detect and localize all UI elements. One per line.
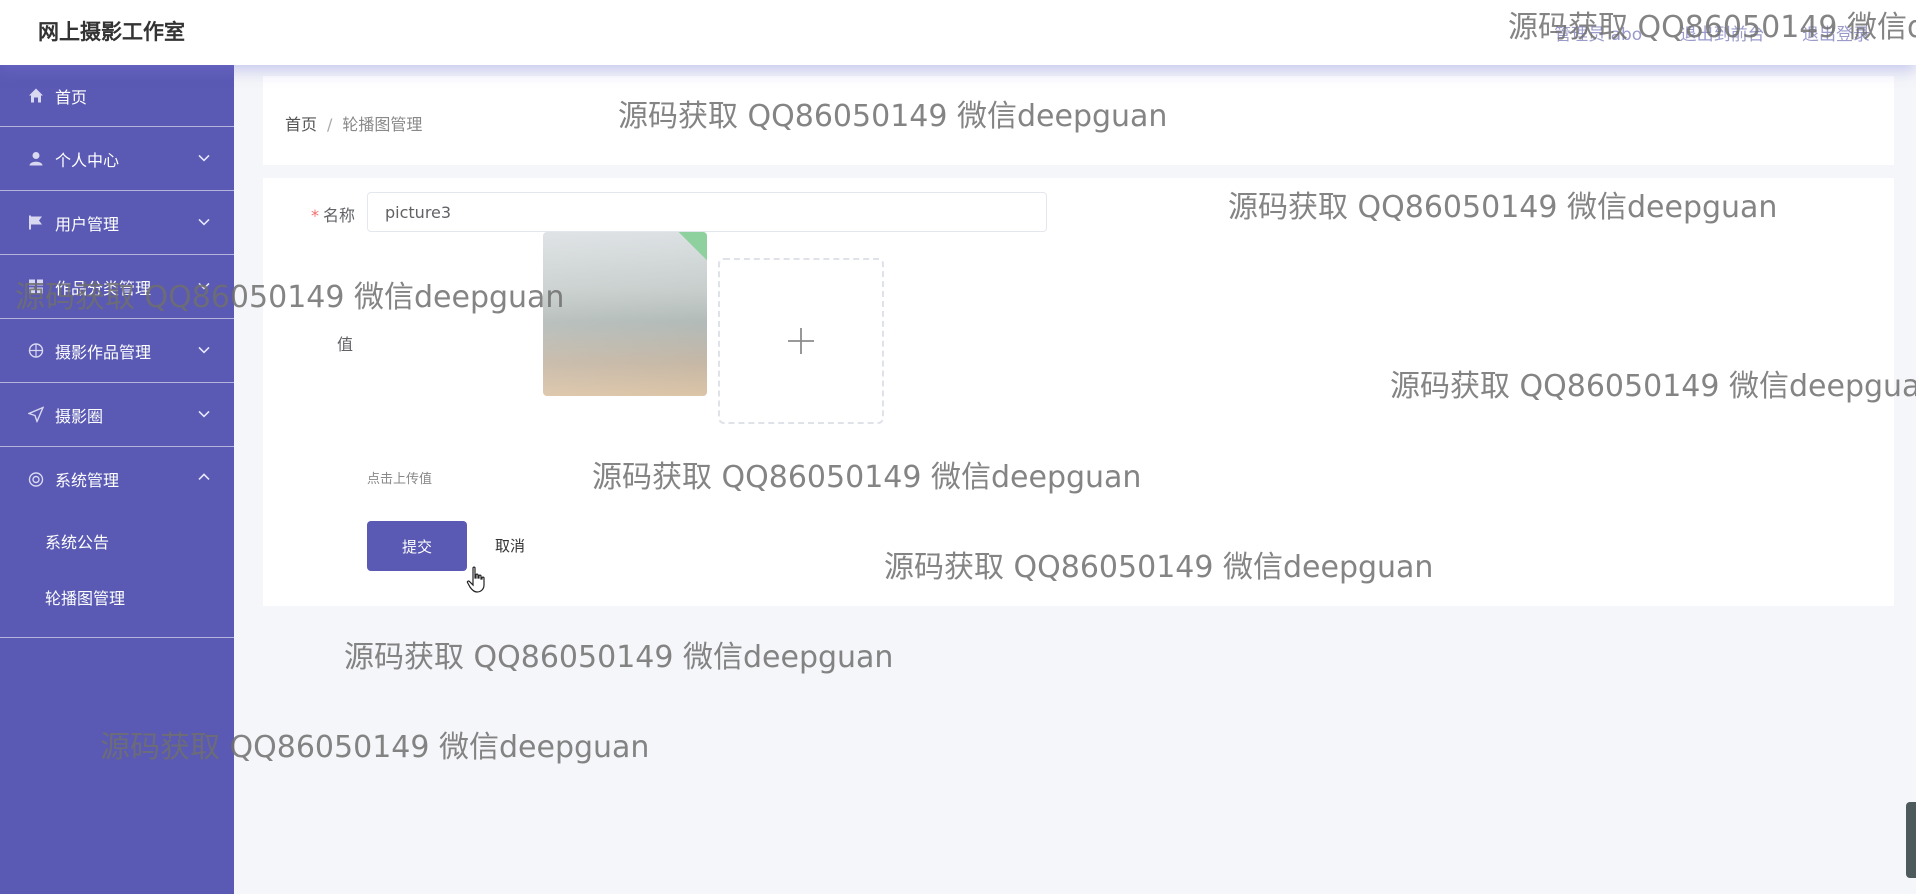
sidebar-item-label: 用户管理 <box>55 214 120 234</box>
upload-success-icon <box>676 232 707 263</box>
back-to-front-link[interactable]: 退出到前台 <box>1680 25 1765 45</box>
sidebar-item-label: 摄影圈 <box>55 406 104 426</box>
name-label-text: 名称 <box>323 206 356 225</box>
sidebar-item-label: 摄影作品管理 <box>55 342 152 362</box>
sidebar-item-home[interactable]: 首页 <box>0 65 234 127</box>
sidebar-item-users[interactable]: 用户管理 <box>0 191 234 255</box>
chevron-down-icon <box>196 149 212 165</box>
watermark: 源码获取 QQ86050149 微信deepguan <box>344 640 894 675</box>
required-asterisk: * <box>311 206 319 225</box>
uploaded-image-thumbnail[interactable] <box>543 232 707 396</box>
top-links: 管理员 abo 退出到前台 退出登录 <box>1522 20 1870 45</box>
breadcrumb-home[interactable]: 首页 <box>285 115 317 134</box>
sidebar-item-label: 个人中心 <box>55 150 120 170</box>
sidebar: 首页 个人中心 用户管理 作品分类管理 摄影作品管理 摄影圈 系统管理 系统公告… <box>0 65 234 894</box>
carousel-form: *名称 值 点击上传值 提交 取消 <box>263 178 1894 606</box>
breadcrumb-current: 轮播图管理 <box>342 115 423 134</box>
hand-cursor-icon <box>466 566 485 593</box>
sidebar-item-label: 作品分类管理 <box>55 278 152 298</box>
sidebar-item-category[interactable]: 作品分类管理 <box>0 255 234 319</box>
home-icon <box>27 87 44 104</box>
current-user: 管理员 abo <box>1554 25 1643 45</box>
sidebar-item-works[interactable]: 摄影作品管理 <box>0 319 234 383</box>
name-input[interactable] <box>367 192 1047 232</box>
sidebar-item-system[interactable]: 系统管理 <box>0 447 234 511</box>
breadcrumb-separator: / <box>327 115 333 134</box>
value-label: 值 <box>337 335 354 354</box>
cancel-button[interactable]: 取消 <box>495 521 525 571</box>
name-label: * 名称 <box>311 202 355 226</box>
sidebar-subitem-notice[interactable]: 系统公告 <box>0 515 234 571</box>
sidebar-item-circle[interactable]: 摄影圈 <box>0 383 234 447</box>
globe-icon <box>27 342 44 359</box>
side-widget-tab[interactable] <box>1906 802 1916 878</box>
chevron-up-icon <box>196 469 212 485</box>
user-icon <box>27 150 44 167</box>
upload-hint: 点击上传值 <box>367 472 433 487</box>
chevron-down-icon <box>196 277 212 293</box>
flag-icon <box>27 214 44 231</box>
sidebar-subitem-carousel[interactable]: 轮播图管理 <box>0 571 234 627</box>
breadcrumb: 首页 / 轮播图管理 <box>285 111 422 135</box>
sidebar-submenu-system: 系统公告 轮播图管理 <box>0 511 234 638</box>
upload-button[interactable] <box>718 258 884 424</box>
settings-icon <box>27 471 44 488</box>
sidebar-item-label: 系统管理 <box>55 471 120 490</box>
sidebar-item-profile[interactable]: 个人中心 <box>0 127 234 191</box>
sidebar-item-label: 首页 <box>55 87 88 107</box>
top-header: 网上摄影工作室 管理员 abo 退出到前台 退出登录 <box>0 0 1916 65</box>
send-icon <box>27 406 44 423</box>
app-title: 网上摄影工作室 <box>38 20 185 44</box>
logout-link[interactable]: 退出登录 <box>1802 25 1870 45</box>
grid-icon <box>27 278 44 295</box>
breadcrumb-card: 首页 / 轮播图管理 <box>263 76 1894 165</box>
chevron-down-icon <box>196 341 212 357</box>
plus-icon <box>788 328 814 354</box>
chevron-down-icon <box>196 405 212 421</box>
chevron-down-icon <box>196 213 212 229</box>
submit-button[interactable]: 提交 <box>367 521 467 571</box>
